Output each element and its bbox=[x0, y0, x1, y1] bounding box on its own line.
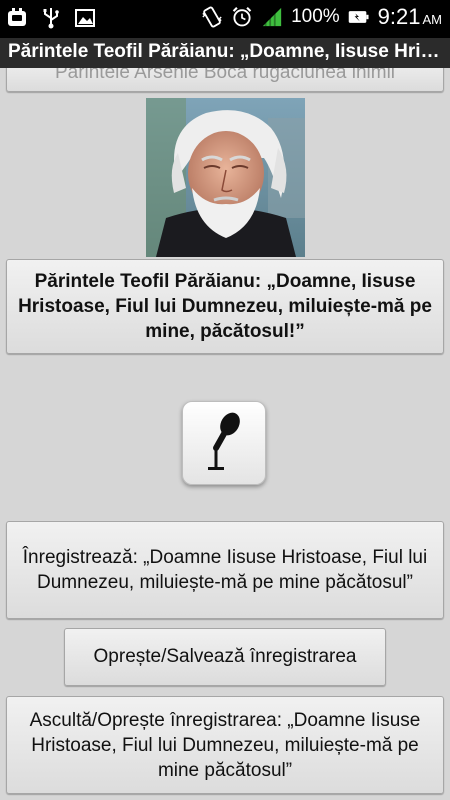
record-button[interactable]: Înregistrează: „Doamne Iisuse Hristoase,… bbox=[6, 521, 444, 619]
previous-item-button[interactable]: Părintele Arsenie Boca rugăciunea inimii bbox=[6, 68, 444, 92]
signal-icon bbox=[262, 7, 282, 27]
system-icons: 100% 9:21 AM bbox=[201, 4, 442, 30]
app-notification-icon bbox=[8, 8, 26, 26]
record-label: Înregistrează: „Doamne Iisuse Hristoase,… bbox=[22, 547, 428, 593]
stop-save-label: Oprește/Salvează înregistrarea bbox=[93, 646, 357, 667]
vibrate-icon bbox=[202, 6, 222, 28]
listen-label: Ascultă/Oprește înregistrarea: „Doamne I… bbox=[29, 709, 421, 781]
clock-time: 9:21 bbox=[377, 4, 421, 29]
notification-icons bbox=[6, 6, 96, 30]
clock-ampm: AM bbox=[422, 12, 443, 27]
battery-icon bbox=[348, 11, 369, 23]
priest-photo bbox=[146, 98, 305, 257]
listen-button[interactable]: Ascultă/Oprește înregistrarea: „Doamne I… bbox=[6, 696, 444, 794]
prayer-title-button[interactable]: Părintele Teofil Părăianu: „Doamne, Iisu… bbox=[6, 259, 444, 354]
microphone-icon bbox=[208, 412, 240, 470]
priest-photo-image bbox=[146, 98, 305, 257]
microphone-button[interactable] bbox=[182, 401, 266, 485]
main-content: Părintele Arsenie Boca rugăciunea inimii bbox=[0, 68, 450, 800]
prayer-title-label: Părintele Teofil Părăianu: „Doamne, Iisu… bbox=[18, 271, 432, 342]
alarm-icon bbox=[232, 6, 252, 27]
previous-item-label: Părintele Arsenie Boca rugăciunea inimii bbox=[54, 68, 396, 83]
status-bar: 100% 9:21 AM bbox=[0, 0, 450, 38]
battery-percent: 100% bbox=[291, 6, 340, 27]
action-bar: Părintele Teofil Părăianu: „Doamne, Iisu… bbox=[0, 38, 450, 68]
page-title: Părintele Teofil Părăianu: „Doamne, Iisu… bbox=[8, 41, 444, 62]
usb-icon bbox=[43, 8, 59, 29]
clock: 9:21 AM bbox=[378, 4, 442, 30]
image-icon bbox=[75, 9, 95, 27]
stop-save-button[interactable]: Oprește/Salvează înregistrarea bbox=[64, 628, 386, 686]
